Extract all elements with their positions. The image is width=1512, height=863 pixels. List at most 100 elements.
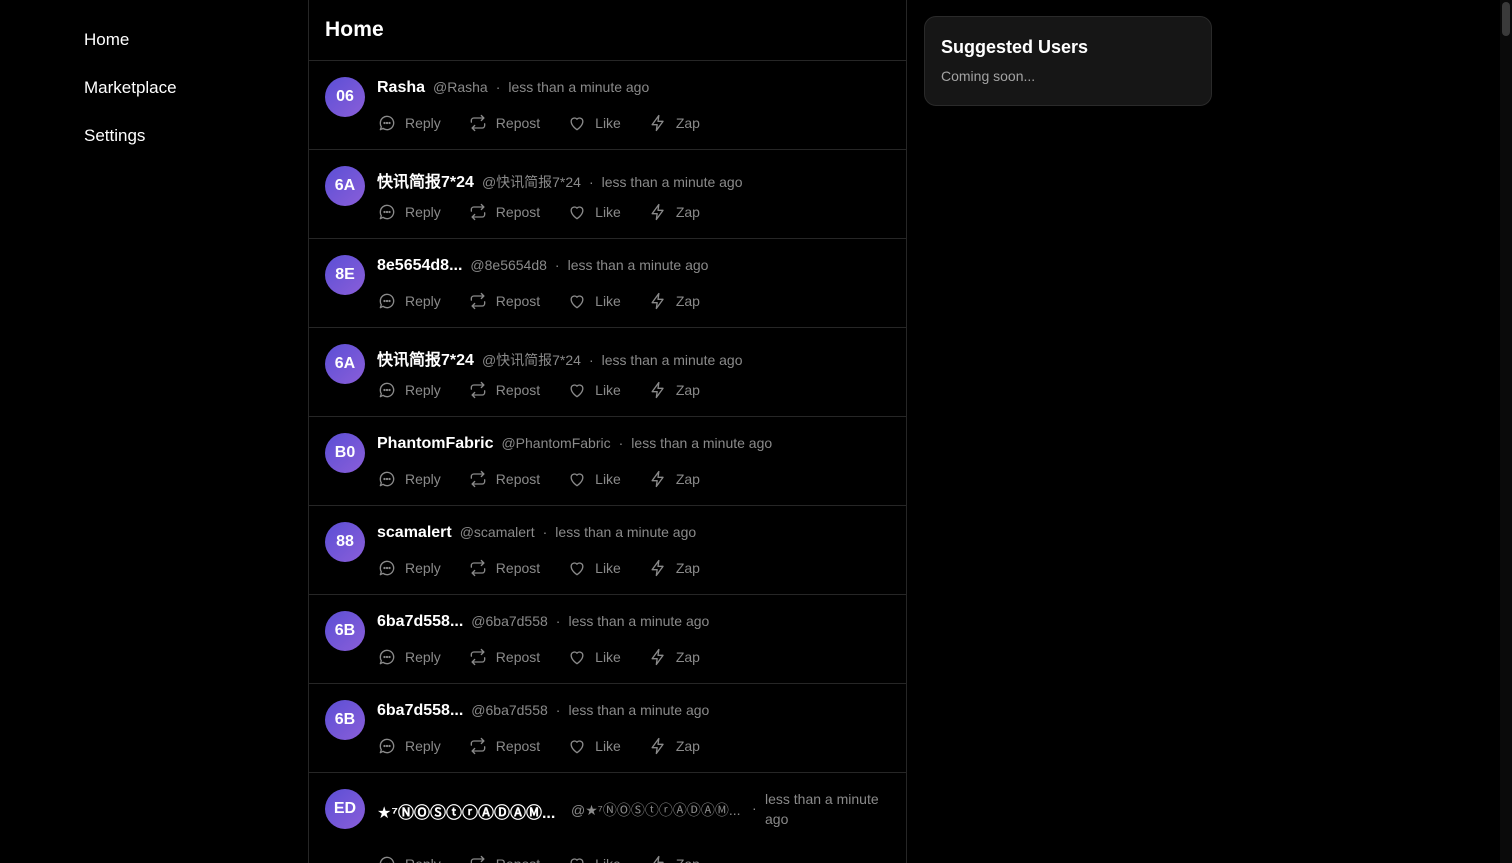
- post-author[interactable]: ★⁷ⓃⓄⓈⓣⓡⒶⒹⒶⓂ...: [377, 799, 555, 823]
- reply-button[interactable]: Reply: [377, 202, 441, 222]
- like-button[interactable]: Like: [567, 736, 621, 756]
- zap-button[interactable]: Zap: [648, 736, 700, 756]
- like-button[interactable]: Like: [567, 113, 621, 133]
- post-handle[interactable]: @快讯简报7*24: [482, 172, 581, 192]
- like-button[interactable]: Like: [567, 854, 621, 863]
- lightning-icon: [648, 558, 676, 578]
- post-header: 快讯简报7*24 @快讯简报7*24 · less than a minute …: [377, 168, 890, 192]
- repost-button[interactable]: Repost: [468, 291, 540, 311]
- avatar[interactable]: 8E: [325, 255, 365, 295]
- repost-label: Repost: [495, 382, 541, 398]
- feed-post[interactable]: 6B 6ba7d558... @6ba7d558 · less than a m…: [309, 684, 906, 773]
- repost-icon: [468, 558, 496, 578]
- post-handle[interactable]: @快讯简报7*24: [482, 350, 581, 370]
- post-author[interactable]: 6ba7d558...: [377, 702, 463, 720]
- nav-item-marketplace[interactable]: Marketplace: [84, 78, 177, 98]
- heart-icon: [567, 558, 595, 578]
- lightning-icon: [648, 291, 676, 311]
- feed-post[interactable]: 6A 快讯简报7*24 @快讯简报7*24 · less than a minu…: [309, 328, 906, 417]
- scrollbar-thumb[interactable]: [1502, 2, 1510, 36]
- nav-item-home[interactable]: Home: [84, 30, 129, 50]
- zap-button[interactable]: Zap: [648, 380, 700, 400]
- post-author[interactable]: Rasha: [377, 79, 425, 97]
- feed-post[interactable]: 8E 8e5654d8... @8e5654d8 · less than a m…: [309, 239, 906, 328]
- post-list: 06 Rasha @Rasha · less than a minute ago…: [309, 61, 906, 863]
- repost-button[interactable]: Repost: [468, 469, 540, 489]
- zap-button[interactable]: Zap: [648, 469, 700, 489]
- feed-post[interactable]: 6B 6ba7d558... @6ba7d558 · less than a m…: [309, 595, 906, 684]
- post-actions: Reply Repost Like Zap: [377, 736, 727, 756]
- repost-button[interactable]: Repost: [468, 558, 540, 578]
- reply-button[interactable]: Reply: [377, 647, 441, 667]
- avatar[interactable]: B0: [325, 433, 365, 473]
- post-handle[interactable]: @★⁷ⓃⓄⓈⓣⓡⒶⒹⒶⓂ...: [571, 800, 741, 820]
- post-handle[interactable]: @8e5654d8: [470, 257, 547, 273]
- avatar[interactable]: 88: [325, 522, 365, 562]
- post-author[interactable]: 8e5654d8...: [377, 257, 462, 275]
- zap-button[interactable]: Zap: [648, 291, 700, 311]
- repost-button[interactable]: Repost: [468, 736, 540, 756]
- post-author[interactable]: PhantomFabric: [377, 435, 493, 453]
- feed-post[interactable]: 6A 快讯简报7*24 @快讯简报7*24 · less than a minu…: [309, 150, 906, 239]
- like-button[interactable]: Like: [567, 291, 621, 311]
- avatar[interactable]: 6A: [325, 166, 365, 206]
- separator-dot: ·: [555, 613, 561, 629]
- reply-button[interactable]: Reply: [377, 854, 441, 863]
- left-nav: Home Marketplace Settings: [0, 0, 308, 863]
- like-button[interactable]: Like: [567, 558, 621, 578]
- repost-button[interactable]: Repost: [468, 647, 540, 667]
- like-label: Like: [595, 856, 621, 863]
- like-button[interactable]: Like: [567, 202, 621, 222]
- repost-button[interactable]: Repost: [468, 202, 540, 222]
- separator-dot: ·: [588, 352, 594, 368]
- zap-button[interactable]: Zap: [648, 113, 700, 133]
- reply-label: Reply: [405, 560, 441, 576]
- reply-button[interactable]: Reply: [377, 736, 441, 756]
- zap-button[interactable]: Zap: [648, 558, 700, 578]
- scrollbar[interactable]: [1500, 0, 1512, 863]
- feed-post[interactable]: 88 scamalert @scamalert · less than a mi…: [309, 506, 906, 595]
- reply-button[interactable]: Reply: [377, 291, 441, 311]
- avatar[interactable]: 6B: [325, 700, 365, 740]
- suggested-users-body: Coming soon...: [941, 68, 1036, 84]
- post-author[interactable]: 快讯简报7*24: [377, 346, 474, 370]
- post-author[interactable]: 6ba7d558...: [377, 613, 463, 631]
- nav-item-settings[interactable]: Settings: [84, 126, 145, 146]
- post-handle[interactable]: @PhantomFabric: [501, 435, 610, 451]
- reply-button[interactable]: Reply: [377, 558, 441, 578]
- like-button[interactable]: Like: [567, 647, 621, 667]
- feed-post[interactable]: ED ★⁷ⓃⓄⓈⓣⓡⒶⒹⒶⓂ... @★⁷ⓃⓄⓈⓣⓡⒶⒹⒶⓂ... · less…: [309, 773, 906, 863]
- avatar[interactable]: 6B: [325, 611, 365, 651]
- like-button[interactable]: Like: [567, 380, 621, 400]
- reply-button[interactable]: Reply: [377, 380, 441, 400]
- like-button[interactable]: Like: [567, 469, 621, 489]
- post-author[interactable]: 快讯简报7*24: [377, 168, 474, 192]
- zap-label: Zap: [675, 204, 700, 220]
- feed-post[interactable]: B0 PhantomFabric @PhantomFabric · less t…: [309, 417, 906, 506]
- repost-button[interactable]: Repost: [468, 854, 540, 863]
- post-handle[interactable]: @6ba7d558: [471, 702, 548, 718]
- separator-dot: ·: [752, 800, 757, 816]
- zap-button[interactable]: Zap: [648, 854, 700, 863]
- heart-icon: [567, 202, 595, 222]
- avatar[interactable]: 6A: [325, 344, 365, 384]
- post-author[interactable]: scamalert: [377, 524, 452, 542]
- avatar[interactable]: 06: [325, 77, 365, 117]
- reply-button[interactable]: Reply: [377, 469, 441, 489]
- post-handle[interactable]: @Rasha: [433, 79, 488, 95]
- avatar[interactable]: ED: [325, 789, 365, 829]
- repost-button[interactable]: Repost: [468, 113, 540, 133]
- reply-button[interactable]: Reply: [377, 113, 441, 133]
- post-time: less than a minute ago: [568, 613, 710, 629]
- zap-button[interactable]: Zap: [648, 647, 700, 667]
- lightning-icon: [648, 736, 676, 756]
- zap-button[interactable]: Zap: [648, 202, 700, 222]
- post-handle[interactable]: @scamalert: [460, 524, 535, 540]
- like-label: Like: [595, 471, 621, 487]
- app-root: Home Marketplace Settings Home 06 Rasha …: [0, 0, 1512, 863]
- repost-button[interactable]: Repost: [468, 380, 540, 400]
- reply-label: Reply: [405, 649, 441, 665]
- feed-post[interactable]: 06 Rasha @Rasha · less than a minute ago…: [309, 61, 906, 150]
- post-header: scamalert @scamalert · less than a minut…: [377, 524, 890, 542]
- post-handle[interactable]: @6ba7d558: [471, 613, 548, 629]
